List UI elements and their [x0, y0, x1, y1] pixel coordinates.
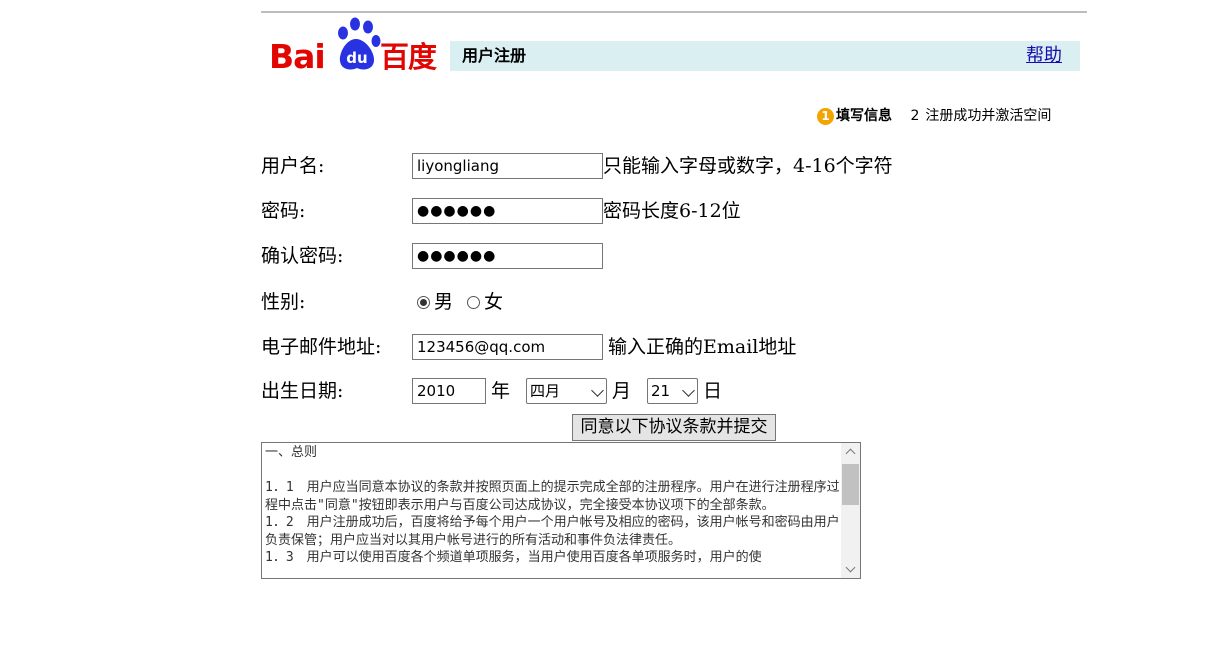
- day-unit: 日: [703, 380, 723, 402]
- chevron-down-icon: [682, 384, 695, 397]
- gender-male-radio[interactable]: [417, 296, 430, 309]
- step1-label: 填写信息: [836, 108, 892, 124]
- email-input[interactable]: 123456@qq.com: [412, 334, 603, 360]
- birth-year-input[interactable]: 2010: [412, 378, 486, 404]
- username-hint: 只能输入字母或数字，4-16个字符: [603, 155, 893, 177]
- year-unit: 年: [491, 380, 511, 402]
- help-link[interactable]: 帮助: [1026, 44, 1062, 68]
- password-hint: 密码长度6-12位: [603, 200, 741, 222]
- gender-male-label: 男: [434, 291, 454, 313]
- gender-radio-group: 男女: [417, 289, 517, 315]
- terms-textarea[interactable]: 一、总则 1．1 用户应当同意本协议的条款并按照页面上的提示完成全部的注册程序。…: [261, 442, 861, 579]
- paw-icon: du: [338, 17, 381, 70]
- confirm-password-input[interactable]: ●●●●●●: [412, 243, 603, 269]
- birth-month-value: 四月: [530, 382, 561, 400]
- title-bar: 用户注册 帮助: [450, 41, 1080, 71]
- step2-label: 注册成功并激活空间: [925, 108, 1052, 124]
- confirm-password-label: 确认密码:: [261, 245, 344, 267]
- username-label: 用户名:: [261, 155, 325, 177]
- gender-label: 性别:: [261, 291, 306, 313]
- month-unit: 月: [612, 380, 632, 402]
- gender-female-radio[interactable]: [467, 296, 481, 309]
- birth-day-select[interactable]: 21: [647, 378, 698, 404]
- birthdate-label: 出生日期:: [261, 380, 344, 402]
- chevron-down-icon: [591, 384, 604, 397]
- terms-text: 一、总则 1．1 用户应当同意本协议的条款并按照页面上的提示完成全部的注册程序。…: [265, 445, 840, 565]
- password-label: 密码:: [261, 200, 306, 222]
- password-input[interactable]: ●●●●●●: [412, 198, 603, 224]
- registration-steps: 1 填写信息 2 注册成功并激活空间: [817, 106, 1051, 126]
- step2-number: 2: [910, 108, 920, 124]
- birth-month-select[interactable]: 四月: [526, 378, 607, 404]
- gender-female-label: 女: [484, 291, 504, 313]
- logo-cn-text: 百度: [380, 40, 437, 74]
- logo-du-text: du: [346, 49, 367, 67]
- scroll-down-arrow-icon[interactable]: [841, 561, 860, 578]
- scroll-up-arrow-icon[interactable]: [841, 443, 860, 460]
- email-hint: 输入正确的Email地址: [608, 336, 797, 358]
- scroll-thumb[interactable]: [842, 464, 859, 505]
- top-divider: [261, 11, 1087, 13]
- email-label: 电子邮件地址:: [261, 336, 382, 358]
- terms-scrollbar[interactable]: [841, 443, 860, 578]
- birth-day-value: 21: [651, 382, 671, 400]
- page-title: 用户注册: [462, 46, 527, 65]
- baidu-logo: Bai du 百度: [266, 17, 440, 77]
- logo-bai-text: Bai: [269, 37, 326, 76]
- step1-badge: 1: [817, 107, 834, 125]
- username-input[interactable]: liyongliang: [412, 153, 603, 179]
- agree-submit-button[interactable]: 同意以下协议条款并提交: [572, 414, 776, 441]
